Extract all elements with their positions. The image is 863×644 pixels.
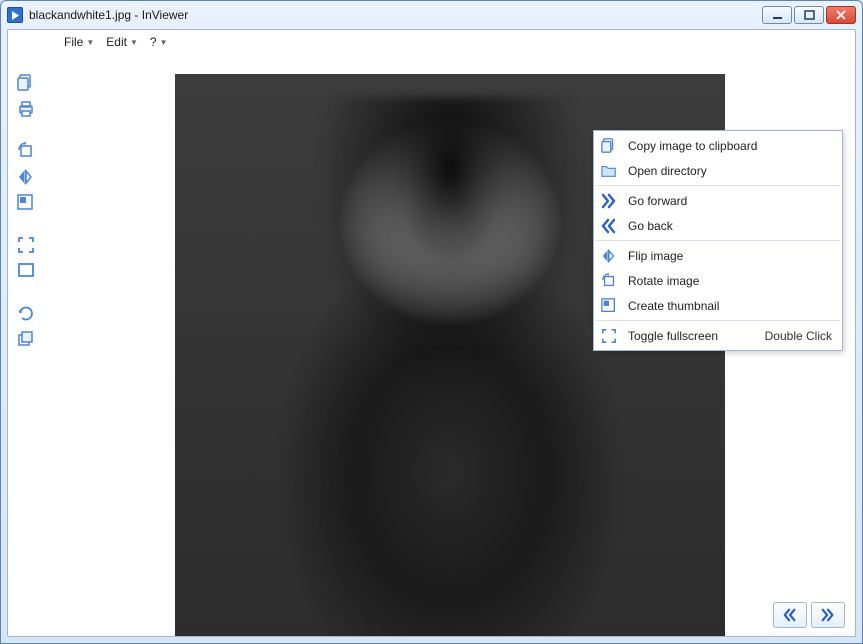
maximize-button[interactable]: [794, 6, 824, 24]
app-icon: [7, 7, 23, 23]
client-area: File ▼ Edit ▼ ? ▼: [7, 29, 856, 637]
caret-down-icon: ▼: [86, 38, 94, 47]
app-window: blackandwhite1.jpg - InViewer File ▼ Edi…: [0, 0, 863, 644]
ctx-toggle-fullscreen[interactable]: Toggle fullscreen Double Click: [594, 323, 842, 348]
minimize-button[interactable]: [762, 6, 792, 24]
thumbnail-icon: [600, 297, 618, 315]
copy-button[interactable]: [14, 72, 38, 94]
ctx-label: Copy image to clipboard: [628, 139, 832, 153]
ctx-label: Go back: [628, 219, 832, 233]
flip-button[interactable]: [14, 166, 38, 188]
ctx-go-forward[interactable]: Go forward: [594, 188, 842, 213]
ctx-open-directory[interactable]: Open directory: [594, 158, 842, 183]
ctx-label: Toggle fullscreen: [628, 329, 755, 343]
menu-help[interactable]: ? ▼: [144, 32, 174, 52]
side-toolbar: [8, 54, 44, 636]
flip-icon: [600, 247, 618, 265]
caret-down-icon: ▼: [160, 38, 168, 47]
ctx-label: Flip image: [628, 249, 832, 263]
ctx-label: Create thumbnail: [628, 299, 832, 313]
rotate-icon: [600, 272, 618, 290]
back-icon: [600, 217, 618, 235]
stack-button[interactable]: [14, 328, 38, 350]
menu-edit[interactable]: Edit ▼: [100, 32, 144, 52]
rotate-button[interactable]: [14, 140, 38, 162]
close-button[interactable]: [826, 6, 856, 24]
context-menu: Copy image to clipboard Open directory G…: [593, 130, 843, 351]
forward-icon: [600, 192, 618, 210]
window-title: blackandwhite1.jpg - InViewer: [29, 8, 188, 22]
thumbnail-button[interactable]: [14, 192, 38, 214]
titlebar[interactable]: blackandwhite1.jpg - InViewer: [1, 1, 862, 29]
menu-label: ?: [150, 35, 157, 49]
ctx-shortcut: Double Click: [765, 329, 832, 343]
prev-image-button[interactable]: [773, 602, 807, 628]
ctx-create-thumbnail[interactable]: Create thumbnail: [594, 293, 842, 318]
next-image-button[interactable]: [811, 602, 845, 628]
refresh-button[interactable]: [14, 302, 38, 324]
menu-label: Edit: [106, 35, 127, 49]
caret-down-icon: ▼: [130, 38, 138, 47]
fullscreen-button[interactable]: [14, 234, 38, 256]
menu-file[interactable]: File ▼: [58, 32, 100, 52]
separator: [596, 185, 840, 186]
menubar: File ▼ Edit ▼ ? ▼: [8, 30, 855, 54]
fullscreen-icon: [600, 327, 618, 345]
print-button[interactable]: [14, 98, 38, 120]
ctx-label: Rotate image: [628, 274, 832, 288]
fit-button[interactable]: [14, 260, 38, 282]
ctx-label: Open directory: [628, 164, 832, 178]
ctx-rotate-image[interactable]: Rotate image: [594, 268, 842, 293]
menu-label: File: [64, 35, 83, 49]
ctx-go-back[interactable]: Go back: [594, 213, 842, 238]
copy-icon: [600, 137, 618, 155]
separator: [596, 320, 840, 321]
ctx-copy-image[interactable]: Copy image to clipboard: [594, 133, 842, 158]
separator: [596, 240, 840, 241]
folder-icon: [600, 162, 618, 180]
ctx-label: Go forward: [628, 194, 832, 208]
ctx-flip-image[interactable]: Flip image: [594, 243, 842, 268]
